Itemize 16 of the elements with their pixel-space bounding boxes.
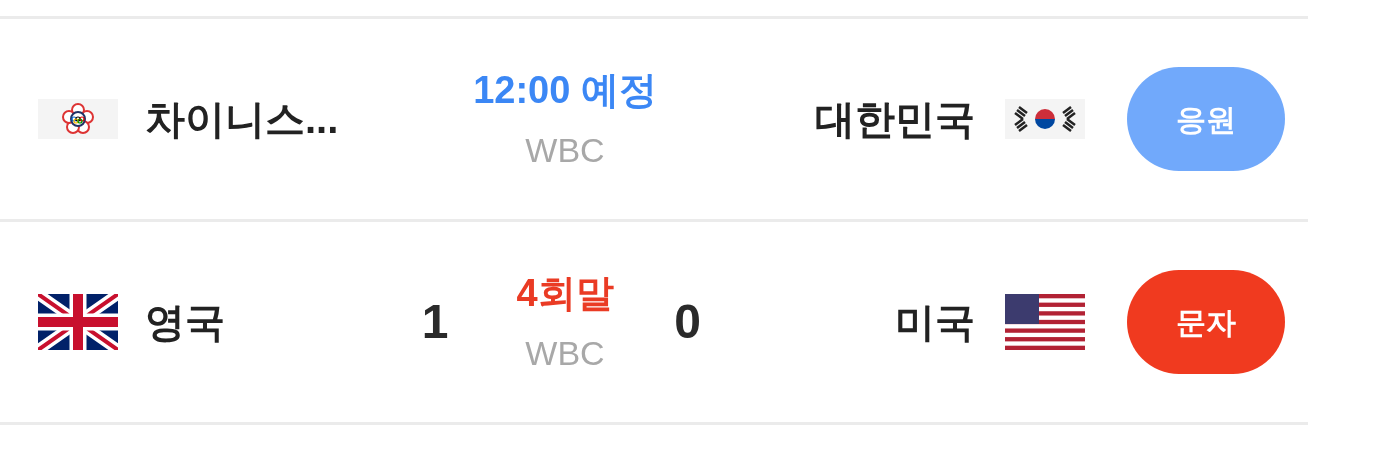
cheer-button[interactable]: 응원 [1127,67,1285,171]
team-name: 대한민국 [815,96,975,143]
team-name: 미국 [895,299,975,346]
team-name: 영국 [145,299,225,346]
flag-icon [38,294,118,350]
league-name: WBC [525,130,605,171]
flag-icon [1005,294,1085,350]
match-status: 4회말 [516,271,614,316]
score: 0 [674,294,701,350]
league-name: WBC [525,333,605,374]
team-name: 차이니스... [145,96,339,143]
message-button[interactable]: 문자 [1127,270,1285,374]
match-status: 12:00 예정 [473,68,657,113]
flag-icon [38,99,118,139]
score: 1 [421,294,449,350]
flag-icon [1005,99,1085,139]
